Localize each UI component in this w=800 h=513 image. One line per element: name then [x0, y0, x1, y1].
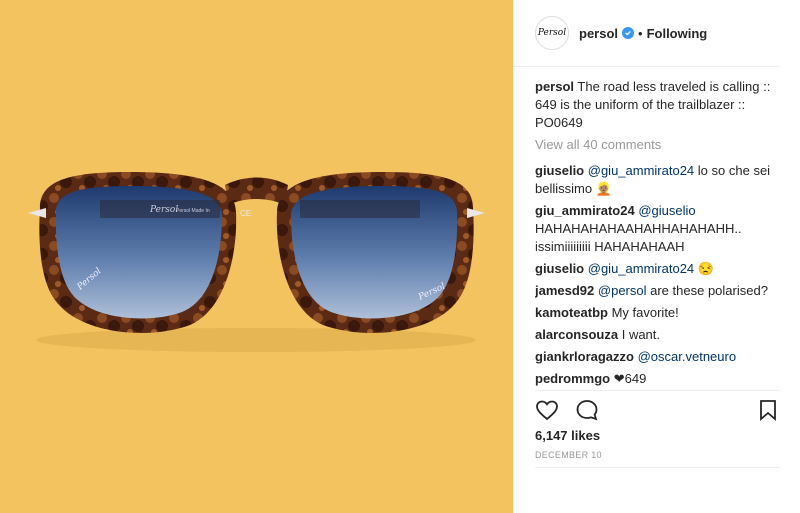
comment-item: kamoteatbp My favorite!: [535, 304, 780, 322]
comment-mention[interactable]: @giu_ammirato24: [588, 261, 694, 276]
comment-item: giu_ammirato24 @giuselio HAHAHAHAHAAHAHH…: [535, 202, 780, 256]
comment-item: jamesd92 @persol are these polarised?: [535, 282, 780, 300]
comment-username[interactable]: pedrommgo: [535, 371, 610, 386]
comment-bubble-icon[interactable]: [575, 398, 599, 422]
header-username[interactable]: persol: [579, 26, 618, 41]
likes-count[interactable]: 6,147 likes: [535, 428, 600, 443]
comment-mention[interactable]: @oscar.vetneuro: [638, 349, 736, 364]
comment-username[interactable]: giankrloragazzo: [535, 349, 634, 364]
comment-username[interactable]: alarconsouza: [535, 327, 618, 342]
comment-emoji: 👱🏽: [595, 181, 612, 196]
comment-mention[interactable]: @giuselio: [638, 203, 695, 218]
post-side-panel: Persol persol • Following persol The roa…: [513, 0, 800, 513]
sunglasses-illustration: Persol Persol Made In CE Persol Persol: [28, 172, 485, 352]
comment-username[interactable]: giu_ammirato24: [535, 203, 635, 218]
ce-mark: CE: [240, 209, 251, 218]
post-date[interactable]: DECEMBER 10: [535, 450, 602, 460]
caption-username[interactable]: persol: [535, 79, 574, 94]
comments-list[interactable]: persol The road less traveled is calling…: [535, 78, 780, 389]
view-all-comments-link[interactable]: View all 40 comments: [535, 136, 780, 154]
comment-username[interactable]: giuselio: [535, 261, 584, 276]
comment-emoji: 😒: [697, 261, 714, 276]
comment-item: pedrommgo ❤649: [535, 370, 780, 388]
action-bar: [535, 390, 780, 428]
post-header: Persol persol • Following: [513, 0, 780, 67]
comment-username[interactable]: kamoteatbp: [535, 305, 608, 320]
comment-username[interactable]: giuselio: [535, 163, 584, 178]
comment-item: alarconsouza I want.: [535, 326, 780, 344]
comment-item: giuselio @giu_ammirato24 😒: [535, 260, 780, 278]
comment-mention[interactable]: @giu_ammirato24: [588, 163, 694, 178]
comment-text: I want.: [621, 327, 661, 342]
bookmark-icon[interactable]: [756, 398, 780, 422]
separator-dot: •: [638, 25, 643, 41]
divider: [535, 467, 780, 468]
heart-icon[interactable]: [535, 398, 559, 422]
following-button[interactable]: Following: [647, 26, 708, 41]
comment-mention[interactable]: @persol: [598, 283, 647, 298]
caption: persol The road less traveled is calling…: [535, 78, 780, 132]
comment-text: HAHAHAHAHAAHAHHAHAHAHH.. issimiiiiiiiii …: [535, 221, 742, 254]
temple-text: Persol Made In: [176, 208, 210, 214]
comment-text: ❤649: [613, 371, 647, 386]
comment-username[interactable]: jamesd92: [535, 283, 594, 298]
post-photo[interactable]: Persol Persol Made In CE Persol Persol: [0, 0, 513, 513]
comment-text: are these polarised?: [650, 283, 768, 298]
avatar[interactable]: Persol: [535, 16, 569, 50]
verified-badge-icon: [622, 27, 635, 39]
comment-item: giuselio @giu_ammirato24 lo so che sei b…: [535, 162, 780, 198]
temple-logo-text: Persol: [149, 205, 178, 215]
comment-text: My favorite!: [611, 305, 679, 320]
comment-item: giankrloragazzo @oscar.vetneuro: [535, 348, 780, 366]
avatar-logo: Persol: [537, 28, 567, 38]
